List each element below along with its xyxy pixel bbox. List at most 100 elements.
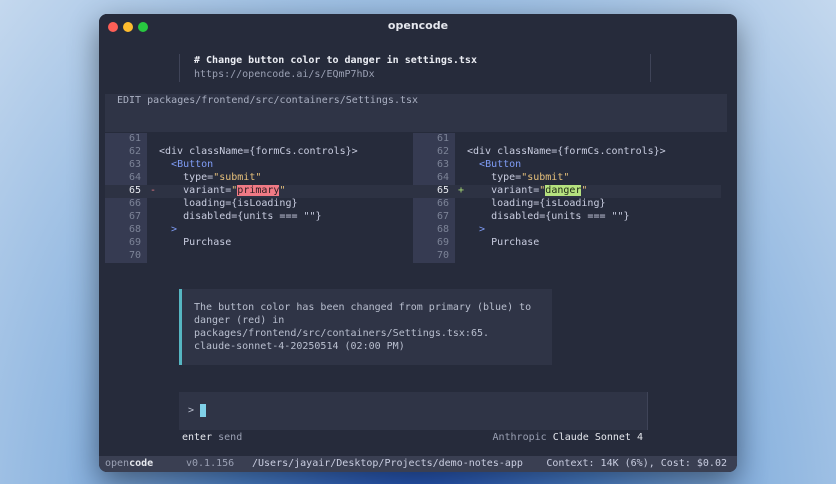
diff-line: 70 xyxy=(105,250,413,263)
code-text: loading={isLoading} xyxy=(159,198,297,211)
line-number: 64 xyxy=(128,172,141,183)
diff-line: 63 <Button xyxy=(413,159,721,172)
code-token: <Button xyxy=(479,159,522,170)
chat-input[interactable]: > xyxy=(179,392,648,430)
share-link[interactable]: https://opencode.ai/s/EQmP7hDx xyxy=(194,69,375,82)
message-line: The button color has been changed from p… xyxy=(194,302,532,313)
code-token: disabled={units === ""} xyxy=(183,211,322,222)
line-number: 62 xyxy=(128,146,141,157)
added-marker: + xyxy=(457,185,465,196)
code-text: <div className={formCs.controls}> xyxy=(467,146,666,157)
line-number: 65 xyxy=(436,185,449,196)
model-indicator: Anthropic Claude Sonnet 4 xyxy=(492,432,643,445)
text-cursor xyxy=(200,404,206,417)
line-number: 69 xyxy=(128,237,141,248)
added-word: danger xyxy=(545,185,582,196)
diff-line: 66 loading={isLoading} xyxy=(413,198,721,211)
code-token: variant= xyxy=(183,185,232,196)
status-bar: opencode v0.1.156 /Users/jayair/Desktop/… xyxy=(99,456,737,472)
code-text: disabled={units === ""} xyxy=(467,211,630,224)
hint-key: enter xyxy=(182,432,213,443)
code-token: disabled={units === ""} xyxy=(491,211,630,222)
line-number: 66 xyxy=(436,198,449,209)
diff-line: 64 type="submit" xyxy=(413,172,721,185)
edit-panel: EDIT packages/frontend/src/containers/Se… xyxy=(105,94,727,132)
code-token: loading={isLoading} xyxy=(183,198,298,209)
code-text: Purchase xyxy=(159,237,231,250)
message-line: danger (red) in xyxy=(194,315,285,326)
terminal-window: opencode # Change button color to danger… xyxy=(99,14,737,472)
code-token: "submit" xyxy=(213,172,262,183)
line-number: 62 xyxy=(436,146,449,157)
user-prompt: # Change button color to danger in setti… xyxy=(179,54,651,82)
code-token: > xyxy=(171,224,178,235)
model-name: Claude Sonnet 4 xyxy=(552,432,643,443)
code-text: variant="danger" xyxy=(467,185,587,198)
diff-original: 61 62 <div className={formCs.controls}> 6… xyxy=(105,133,413,263)
window-title: opencode xyxy=(387,19,449,32)
code-token: "submit" xyxy=(521,172,570,183)
removed-word: primary xyxy=(237,185,280,196)
diff-line: 66 loading={isLoading} xyxy=(105,198,413,211)
line-number: 63 xyxy=(436,159,449,170)
line-number: 61 xyxy=(128,133,141,144)
model-timestamp: claude-sonnet-4-20250514 (02:00 PM) xyxy=(194,341,405,352)
line-number: 67 xyxy=(128,211,141,222)
prompt-text: # Change button color to danger in setti… xyxy=(194,55,477,66)
code-text: <Button xyxy=(159,159,213,172)
diff-line: 68 > xyxy=(413,224,721,237)
diff-line: 64 type="submit" xyxy=(105,172,413,185)
code-token: type= xyxy=(491,172,522,183)
line-number: 69 xyxy=(436,237,449,248)
message-line: packages/frontend/src/containers/Setting… xyxy=(194,328,490,339)
code-text: <div className={formCs.controls}> xyxy=(159,146,358,157)
line-number: 64 xyxy=(436,172,449,183)
line-number: 65 xyxy=(128,185,141,196)
line-number: 67 xyxy=(436,211,449,222)
code-token: Purchase xyxy=(183,237,232,248)
code-token: loading={isLoading} xyxy=(491,198,606,209)
prompt-symbol: > xyxy=(188,405,195,416)
line-number: 61 xyxy=(436,133,449,144)
diff-line: 61 xyxy=(105,133,413,146)
code-token: Purchase xyxy=(491,237,540,248)
code-text: > xyxy=(159,224,177,237)
hint-action: send xyxy=(218,432,243,443)
assistant-message: The button color has been changed from p… xyxy=(179,289,552,365)
working-directory: /Users/jayair/Desktop/Projects/demo-note… xyxy=(252,458,523,469)
code-text: <Button xyxy=(467,159,521,172)
diff-line: 68 > xyxy=(105,224,413,237)
diff-line-removed: 65- variant="primary" xyxy=(105,185,413,198)
line-number: 68 xyxy=(128,224,141,235)
code-text: type="submit" xyxy=(159,172,261,185)
line-number: 66 xyxy=(128,198,141,209)
diff-line: 61 xyxy=(413,133,721,146)
app-name-part: code xyxy=(129,458,154,469)
edit-file-header: EDIT packages/frontend/src/containers/Se… xyxy=(117,95,419,106)
removed-marker: - xyxy=(149,185,157,196)
diff-line: 62 <div className={formCs.controls}> xyxy=(105,146,413,159)
app-name-part: open xyxy=(105,458,130,469)
provider-name: Anthropic xyxy=(492,432,547,443)
line-number: 70 xyxy=(436,250,449,261)
code-text: disabled={units === ""} xyxy=(159,211,322,224)
line-number: 63 xyxy=(128,159,141,170)
line-number: 70 xyxy=(128,250,141,261)
code-text: type="submit" xyxy=(467,172,569,185)
code-token: " xyxy=(581,185,588,196)
code-text: > xyxy=(467,224,485,237)
diff-line: 70 xyxy=(413,250,721,263)
code-text: variant="primary" xyxy=(159,185,285,198)
code-token: > xyxy=(479,224,486,235)
diff-line: 63 <Button xyxy=(105,159,413,172)
diff-line: 69 Purchase xyxy=(413,237,721,250)
diff-line: 62 <div className={formCs.controls}> xyxy=(413,146,721,159)
diff-modified: 61 62 <div className={formCs.controls}> 6… xyxy=(413,133,721,263)
diff-line: 67 disabled={units === ""} xyxy=(105,211,413,224)
version: v0.1.156 xyxy=(186,458,235,469)
code-text: loading={isLoading} xyxy=(467,198,605,211)
context-usage: Context: 14K (6%), Cost: $0.02 xyxy=(546,458,727,469)
code-token: variant= xyxy=(491,185,540,196)
code-token: <Button xyxy=(171,159,214,170)
code-token: " xyxy=(279,185,286,196)
